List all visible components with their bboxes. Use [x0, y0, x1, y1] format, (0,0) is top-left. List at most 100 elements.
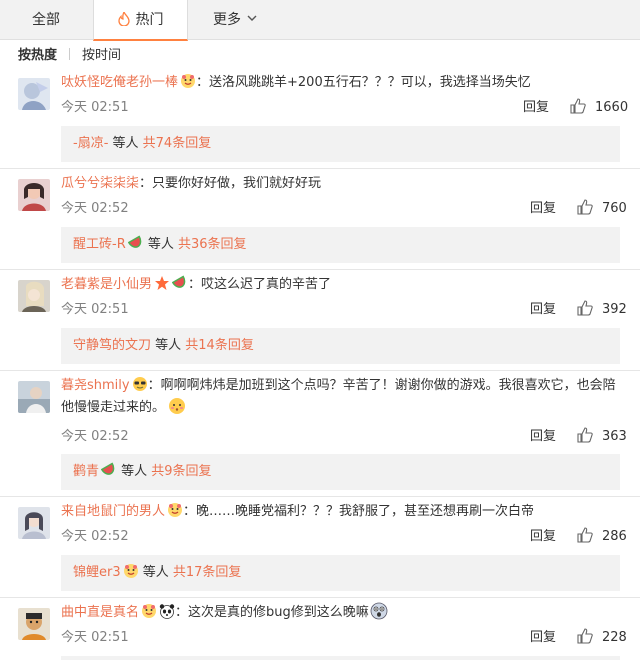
reply-button[interactable]: 回复: [530, 628, 556, 648]
tab-bar: 全部 热门 更多: [0, 0, 640, 41]
comment-username[interactable]: 呔妖怪吃俺老孙一棒: [61, 75, 178, 90]
blush-emoji-icon: [169, 398, 186, 414]
comment-body-cont: 他慢慢走过来的。: [61, 400, 166, 415]
fan-badge-icon: [168, 503, 183, 517]
comment-body: ：啊啊啊炜炜是加班到这个点吗？辛苦了！谢谢你做的游戏。我很喜欢它，也会陪: [147, 378, 616, 393]
comment-text: 来自地鼠门的男人 ：晚……晚睡党福利？？？我舒服了，甚至还想再刷一次白帝: [61, 501, 626, 523]
comment-text: 暮尧shmily ：啊啊啊炜炜是加班到这个点吗？辛苦了！谢谢你做的游戏。我很喜欢它…: [61, 375, 626, 419]
sub-reply-user[interactable]: 鹳青: [73, 464, 99, 479]
like-button[interactable]: 228: [577, 628, 627, 648]
reply-button[interactable]: 回复: [530, 527, 556, 547]
thumb-up-icon: [570, 98, 586, 114]
comment-time: 今天 02:52: [61, 429, 129, 444]
tab-hot[interactable]: 热门: [93, 0, 188, 41]
like-count: 228: [602, 630, 627, 645]
comment-body: ：这次是真的修bug修到这么晚嘛: [175, 605, 369, 620]
like-button[interactable]: 760: [577, 199, 627, 219]
watermelon-badge-icon: [172, 275, 186, 288]
sort-by-heat[interactable]: 按热度: [18, 48, 57, 63]
avatar[interactable]: [18, 78, 50, 110]
divider: [0, 269, 640, 270]
panda-badge-icon: [159, 604, 175, 619]
tab-more[interactable]: 更多: [190, 0, 280, 40]
sub-reply-user[interactable]: 醒工砖-R: [73, 237, 126, 252]
reply-button[interactable]: 回复: [523, 98, 549, 118]
sunglasses-emoji-icon: [132, 377, 147, 391]
fan-badge-icon: [142, 604, 157, 618]
like-button[interactable]: 286: [577, 527, 627, 547]
sub-reply-count[interactable]: 共17条回复: [173, 565, 242, 580]
sub-reply-user[interactable]: 锦鲤er3: [73, 565, 121, 580]
divider: [0, 168, 640, 169]
avatar[interactable]: [18, 507, 50, 539]
sub-reply-count[interactable]: 共9条回复: [151, 464, 211, 479]
sub-replies-box[interactable]: 醒工砖-R 等人 共36条回复: [61, 227, 620, 263]
sub-replies-box[interactable]: -扇凉- 等人 共74条回复: [61, 126, 620, 162]
sort-row: 按热度 按时间: [18, 46, 121, 66]
like-count: 286: [602, 529, 627, 544]
avatar[interactable]: [18, 608, 50, 640]
comment-time: 今天 02:51: [61, 302, 129, 317]
tab-more-label: 更多: [213, 12, 241, 28]
comment-body: ：哎这么迟了真的辛苦了: [188, 277, 332, 292]
reply-button[interactable]: 回复: [530, 427, 556, 447]
comment-body: ：送洛风跳跳羊+200五行石？？？可以，我选择当场失忆: [196, 75, 531, 90]
sub-reply-count[interactable]: 共14条回复: [185, 338, 254, 353]
sub-replies-box[interactable]: 守静笃的文刀 等人 共14条回复: [61, 328, 620, 364]
reply-button[interactable]: 回复: [530, 199, 556, 219]
comment-text: 瓜兮兮柒柒柒：只要你好好做，我们就好好玩: [61, 173, 626, 195]
comment-username[interactable]: 曲中直是真名: [61, 605, 139, 620]
avatar[interactable]: [18, 381, 50, 413]
star-badge-icon: [155, 276, 170, 290]
avatar[interactable]: [18, 280, 50, 312]
thumb-up-icon: [577, 527, 593, 543]
sort-divider: [69, 48, 71, 60]
comment-username[interactable]: 来自地鼠门的男人: [61, 504, 165, 519]
comment-text: 曲中直是真名 ：这次是真的修bug修到这么晚嘛: [61, 602, 626, 624]
thumb-up-icon: [577, 427, 593, 443]
watermelon-badge-icon: [127, 235, 142, 248]
comment-body: ：晚……晚睡党福利？？？我舒服了，甚至还想再刷一次白帝: [183, 504, 535, 519]
sub-reply-mid: 等人: [108, 136, 143, 151]
like-count: 760: [602, 201, 627, 216]
thumb-up-icon: [577, 199, 593, 215]
comment-text: 老暮紫是小仙男 ：哎这么迟了真的辛苦了: [61, 274, 626, 296]
divider: [0, 597, 640, 598]
sub-reply-mid: 等人: [143, 237, 178, 252]
sort-by-time[interactable]: 按时间: [82, 48, 121, 63]
fan-badge-icon: [181, 74, 196, 88]
divider: [0, 496, 640, 497]
fan-badge-icon: [123, 564, 138, 578]
sub-replies-box-partial[interactable]: [61, 656, 620, 660]
sub-reply-user[interactable]: 守静笃的文刀: [73, 338, 151, 353]
comment-time: 今天 02:51: [61, 630, 129, 645]
sub-reply-mid: 等人: [117, 464, 152, 479]
sub-replies-box[interactable]: 鹳青 等人 共9条回复: [61, 454, 620, 490]
sub-reply-mid: 等人: [151, 338, 186, 353]
divider: [0, 370, 640, 371]
comment-username[interactable]: 瓜兮兮柒柒柒: [61, 176, 139, 191]
chevron-down-icon: [247, 15, 257, 21]
reply-button[interactable]: 回复: [530, 300, 556, 320]
watermelon-badge-icon: [101, 462, 115, 475]
sub-reply-user[interactable]: -扇凉-: [73, 136, 108, 151]
like-count: 392: [602, 302, 627, 317]
flame-icon: [117, 12, 130, 26]
comment-username[interactable]: 老暮紫是小仙男: [61, 277, 152, 292]
comment-time: 今天 02:52: [61, 201, 129, 216]
like-button[interactable]: 363: [577, 427, 627, 447]
tab-hot-label: 热门: [135, 12, 164, 28]
tab-all[interactable]: 全部: [0, 0, 92, 40]
shocked-emoji-icon: [370, 602, 388, 620]
like-count: 1660: [595, 100, 629, 115]
like-button[interactable]: 1660: [570, 98, 628, 118]
avatar[interactable]: [18, 179, 50, 211]
comment-time: 今天 02:51: [61, 100, 129, 115]
sub-reply-count[interactable]: 共36条回复: [178, 237, 247, 252]
sub-replies-box[interactable]: 锦鲤er3 等人 共17条回复: [61, 555, 620, 591]
like-button[interactable]: 392: [577, 300, 627, 320]
comment-time: 今天 02:52: [61, 529, 129, 544]
sub-reply-count[interactable]: 共74条回复: [143, 136, 212, 151]
comment-username[interactable]: 暮尧shmily: [61, 378, 130, 393]
comment-body: ：只要你好好做，我们就好好玩: [139, 176, 322, 191]
